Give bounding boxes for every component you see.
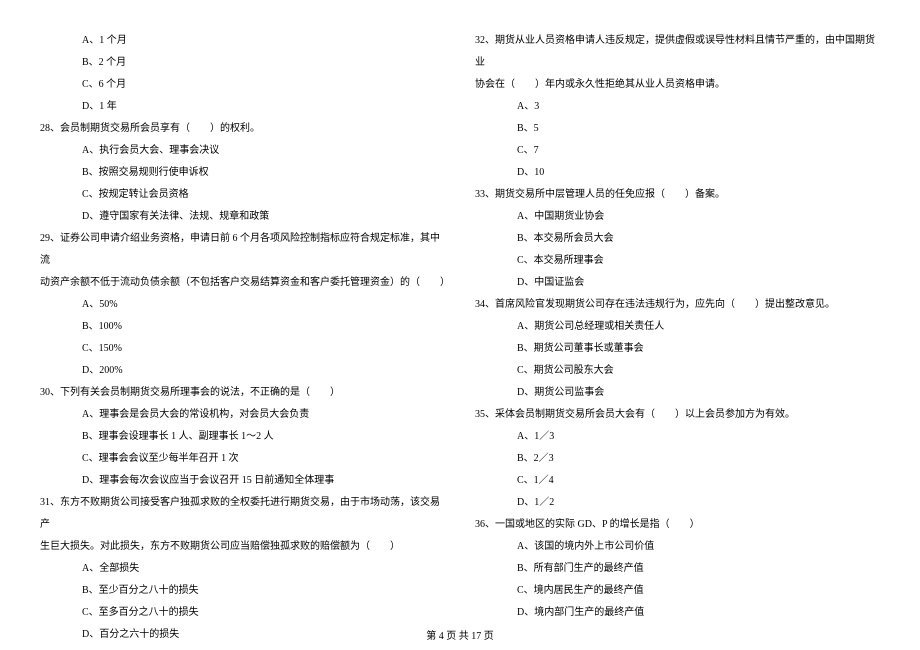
q32-option-a: A、3 [475, 96, 880, 118]
q29-option-a: A、50% [40, 294, 445, 316]
q34-text: 34、首席风险官发现期货公司存在违法违规行为，应先向（ ）提出整改意见。 [475, 294, 880, 316]
q29-option-b: B、100% [40, 316, 445, 338]
q33-text: 33、期货交易所中层管理人员的任免应报（ ）备案。 [475, 184, 880, 206]
q35-option-c: C、1／4 [475, 470, 880, 492]
q28-option-a: A、执行会员大会、理事会决议 [40, 140, 445, 162]
q28-text: 28、会员制期货交易所会员享有（ ）的权利。 [40, 118, 445, 140]
q32-line1: 32、期货从业人员资格申请人违反规定，提供虚假或误导性材料且情节严重的，由中国期… [475, 30, 880, 74]
q35-option-b: B、2／3 [475, 448, 880, 470]
q33-option-a: A、中国期货业协会 [475, 206, 880, 228]
right-column: 32、期货从业人员资格申请人违反规定，提供虚假或误导性材料且情节严重的，由中国期… [475, 30, 880, 610]
q32-option-b: B、5 [475, 118, 880, 140]
q30-option-b: B、理事会设理事长 1 人、副理事长 1～2 人 [40, 426, 445, 448]
q36-option-b: B、所有部门生产的最终产值 [475, 558, 880, 580]
q31-line1: 31、东方不败期货公司接受客户独孤求败的全权委托进行期货交易，由于市场动荡，该交… [40, 492, 445, 536]
q27-option-c: C、6 个月 [40, 74, 445, 96]
q29-line1: 29、证券公司申请介绍业务资格，申请日前 6 个月各项风险控制指标应符合规定标准… [40, 228, 445, 272]
q30-option-c: C、理事会会议至少每半年召开 1 次 [40, 448, 445, 470]
q32-option-d: D、10 [475, 162, 880, 184]
q27-option-b: B、2 个月 [40, 52, 445, 74]
q31-option-a: A、全部损失 [40, 558, 445, 580]
q33-option-c: C、本交易所理事会 [475, 250, 880, 272]
q28-option-c: C、按规定转让会员资格 [40, 184, 445, 206]
q34-option-b: B、期货公司董事长或董事会 [475, 338, 880, 360]
q32-line2: 协会在（ ）年内或永久性拒绝其从业人员资格申请。 [475, 74, 880, 96]
q33-option-d: D、中国证监会 [475, 272, 880, 294]
q36-text: 36、一国或地区的实际 GD、P 的增长是指（ ） [475, 514, 880, 536]
q35-option-a: A、1／3 [475, 426, 880, 448]
left-column: A、1 个月 B、2 个月 C、6 个月 D、1 年 28、会员制期货交易所会员… [40, 30, 445, 610]
q34-option-a: A、期货公司总经理或相关责任人 [475, 316, 880, 338]
page-container: A、1 个月 B、2 个月 C、6 个月 D、1 年 28、会员制期货交易所会员… [40, 30, 880, 610]
q33-option-b: B、本交易所会员大会 [475, 228, 880, 250]
q31-option-c: C、至多百分之八十的损失 [40, 602, 445, 624]
q31-option-b: B、至少百分之八十的损失 [40, 580, 445, 602]
q35-text: 35、采体会员制期货交易所会员大会有（ ）以上会员参加方为有效。 [475, 404, 880, 426]
q35-option-d: D、1／2 [475, 492, 880, 514]
q30-option-a: A、理事会是会员大会的常设机构，对会员大会负责 [40, 404, 445, 426]
q36-option-c: C、境内居民生产的最终产值 [475, 580, 880, 602]
q32-option-c: C、7 [475, 140, 880, 162]
q29-option-d: D、200% [40, 360, 445, 382]
q28-option-b: B、按照交易规则行使申诉权 [40, 162, 445, 184]
q36-option-d: D、境内部门生产的最终产值 [475, 602, 880, 624]
q31-line2: 生巨大损失。对此损失，东方不败期货公司应当赔偿独孤求败的赔偿额为（ ） [40, 536, 445, 558]
q29-line2: 动资产余额不低于流动负债余额（不包括客户交易结算资金和客户委托管理资金）的（ ） [40, 272, 445, 294]
q27-option-d: D、1 年 [40, 96, 445, 118]
q36-option-a: A、该国的境内外上市公司价值 [475, 536, 880, 558]
q27-option-a: A、1 个月 [40, 30, 445, 52]
q34-option-d: D、期货公司监事会 [475, 382, 880, 404]
q30-option-d: D、理事会每次会议应当于会议召开 15 日前通知全体理事 [40, 470, 445, 492]
q28-option-d: D、遵守国家有关法律、法规、规章和政策 [40, 206, 445, 228]
q30-text: 30、下列有关会员制期货交易所理事会的说法，不正确的是（ ） [40, 382, 445, 404]
page-footer: 第 4 页 共 17 页 [0, 627, 920, 642]
q34-option-c: C、期货公司股东大会 [475, 360, 880, 382]
q29-option-c: C、150% [40, 338, 445, 360]
